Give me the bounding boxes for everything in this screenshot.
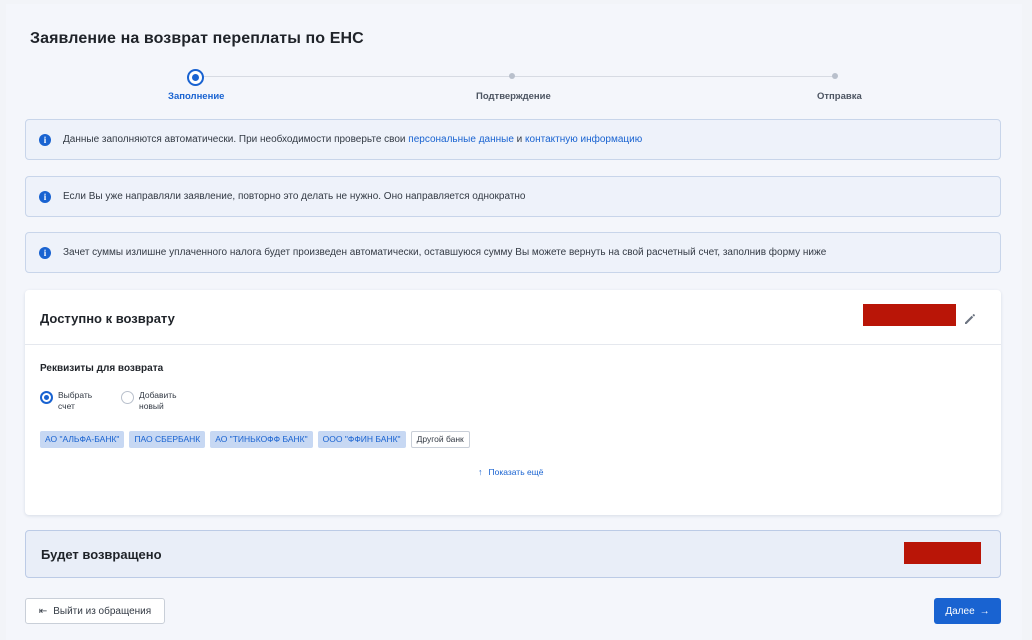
redacted-amount [863,304,956,326]
bank-chip-ffin[interactable]: ООО "ФФИН БАНК" [317,431,406,448]
step-3-indicator [832,73,838,79]
radio-unchecked-icon[interactable] [121,391,134,404]
contact-info-link[interactable]: контактную информацию [525,134,642,145]
next-label: Далее [945,605,975,617]
exit-label: Выйти из обращения [53,605,152,617]
arrow-right-icon: → [979,605,990,617]
info-text-part: и [513,134,526,145]
arrow-up-icon: ↑ [478,467,483,477]
radio-checked-icon[interactable] [40,391,53,404]
exit-icon: ⇤ [38,605,48,617]
info-box-autofill: i Данные заполняются автоматически. При … [25,119,1001,160]
bank-chip-alfa[interactable]: АО "АЛЬФА-БАНК" [40,431,125,448]
info-icon: i [39,246,51,259]
bank-chip-tinkoff[interactable]: АО "ТИНЬКОФФ БАНК" [210,431,313,448]
info-text: Данные заполняются автоматически. При не… [63,134,642,145]
show-more-link[interactable]: ↑ Показать ещё [478,467,543,477]
stepper: Заполнение Подтверждение Отправка [6,64,1022,104]
returned-title: Будет возвращено [41,547,162,562]
info-icon: i [39,133,51,146]
pencil-icon[interactable] [963,312,977,326]
available-card-header: Доступно к возврату [25,290,1001,345]
available-card: Доступно к возврату Реквизиты для возвра… [25,290,1001,515]
available-title: Доступно к возврату [40,311,175,326]
stepper-line [204,76,512,77]
page-title: Заявление на возврат переплаты по ЕНС [30,30,364,47]
show-more-label: Показать ещё [488,467,544,477]
step-label-filling: Заполнение [168,91,225,102]
bank-list: АО "АЛЬФА-БАНК" ПАО СБЕРБАНК АО "ТИНЬКОФ… [40,431,470,448]
radio-label: Добавить новый [139,390,177,411]
radio-add-new[interactable]: Добавить новый [121,390,183,412]
step-label-sending: Отправка [817,91,862,102]
step-2-indicator [509,73,515,79]
bank-chip-other[interactable]: Другой банк [410,431,470,448]
info-box-already-sent: i Если Вы уже направляли заявление, повт… [25,176,1001,217]
returned-panel[interactable]: Будет возвращено [25,530,1001,578]
redacted-amount [904,542,981,564]
step-label-confirmation: Подтверждение [476,91,551,102]
radio-choose-account[interactable]: Выбрать счет [40,390,102,412]
next-button[interactable]: Далее → [934,598,1001,624]
info-icon: i [39,190,51,203]
exit-button[interactable]: ⇤ Выйти из обращения [25,598,165,624]
bank-chip-sberbank[interactable]: ПАО СБЕРБАНК [129,431,206,448]
page: Заявление на возврат переплаты по ЕНС За… [6,4,1022,640]
step-1-indicator [187,69,204,86]
radio-label: Выбрать счет [58,390,93,411]
info-box-offset: i Зачет суммы излишне уплаченного налога… [25,232,1001,273]
personal-data-link[interactable]: персональные данные [408,134,514,145]
info-text: Зачет суммы излишне уплаченного налога б… [63,247,827,258]
info-text-part: Данные заполняются автоматически. При не… [63,134,409,145]
stepper-line [514,76,837,77]
requisites-title: Реквизиты для возврата [40,363,164,374]
info-text: Если Вы уже направляли заявление, повтор… [63,191,526,202]
